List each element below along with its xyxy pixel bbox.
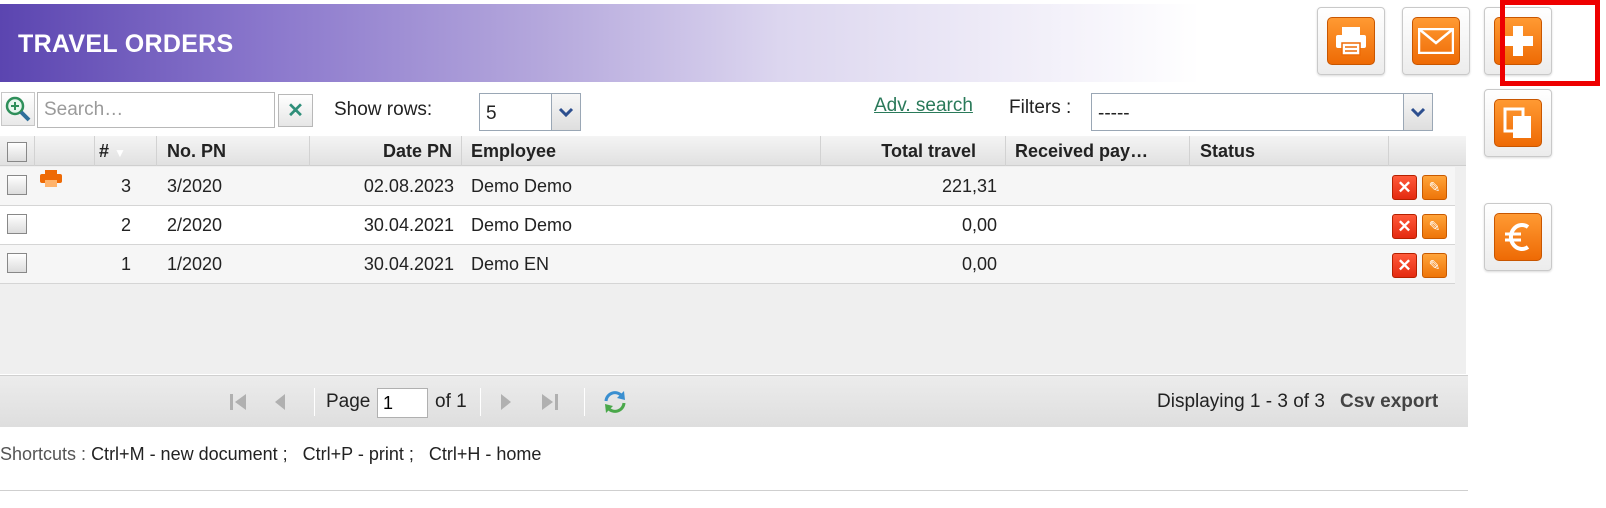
row-checkbox[interactable] (7, 175, 27, 195)
sort-desc-icon: ▼ (114, 146, 126, 160)
row-employee: Demo Demo (471, 215, 573, 235)
first-page-button[interactable] (226, 390, 250, 414)
table-header: # ▼ No. PN Date PN Employee Total travel… (0, 136, 1466, 166)
row-number: 2 (120, 215, 131, 235)
printer-icon (1336, 27, 1366, 56)
add-button-highlight (1500, 0, 1600, 86)
delete-button[interactable]: ✕ (1392, 214, 1417, 239)
col-number[interactable]: # ▼ (95, 136, 157, 166)
displaying-count: Displaying 1 - 3 of 3 (1157, 391, 1325, 412)
pager-separator (480, 388, 481, 416)
print-button[interactable] (1317, 7, 1385, 75)
page-of-label: of 1 (435, 391, 467, 412)
filters-label: Filters : (1009, 97, 1072, 118)
row-employee: Demo EN (471, 254, 550, 274)
edit-button[interactable]: ✎ (1422, 253, 1447, 278)
divider (0, 490, 1468, 491)
row-total-travel: 221,31 (941, 176, 997, 196)
edit-button[interactable]: ✎ (1422, 175, 1447, 200)
orders-table: # ▼ No. PN Date PN Employee Total travel… (0, 136, 1466, 374)
prev-page-icon (275, 394, 285, 410)
pencil-icon: ✎ (1428, 179, 1441, 195)
payment-button[interactable] (1484, 203, 1552, 271)
envelope-icon (1418, 28, 1454, 54)
col-print-status (35, 136, 95, 166)
row-number: 1 (120, 254, 131, 274)
pagination-bar: Page of 1 Displaying 1 - 3 of 3 Csv expo… (0, 375, 1468, 427)
row-no-pn: 1/2020 (167, 254, 223, 274)
shortcuts-label: Shortcuts : (0, 444, 87, 464)
col-actions (1389, 136, 1466, 166)
row-date-pn: 02.08.2023 (363, 176, 454, 196)
filters-value: ----- (1098, 103, 1130, 124)
filters-select[interactable]: ----- (1091, 93, 1433, 131)
refresh-button[interactable] (601, 388, 629, 416)
delete-button[interactable]: ✕ (1392, 175, 1417, 200)
delete-icon: ✕ (1397, 255, 1412, 275)
col-status[interactable]: Status (1190, 136, 1389, 166)
select-all-checkbox[interactable] (7, 142, 27, 162)
prev-page-button[interactable] (268, 390, 292, 414)
table-row[interactable]: 1 1/2020 30.04.2021 Demo EN 0,00 ✕ ✎ (0, 245, 1455, 284)
magnifier-plus-icon (5, 96, 31, 122)
last-page-icon (542, 394, 558, 410)
table-row[interactable]: 2 2/2020 30.04.2021 Demo Demo 0,00 ✕ ✎ (0, 206, 1455, 245)
rows-per-page-value: 5 (486, 103, 497, 124)
adv-search-link[interactable]: Adv. search (874, 95, 973, 117)
chevron-down-icon (551, 94, 580, 130)
copy-icon (1503, 107, 1531, 138)
row-total-travel: 0,00 (961, 254, 997, 274)
close-icon: ✕ (287, 100, 304, 122)
row-no-pn: 2/2020 (167, 215, 223, 235)
pencil-icon: ✎ (1428, 257, 1441, 273)
col-date-pn[interactable]: Date PN (310, 136, 462, 166)
search-button[interactable] (1, 92, 35, 126)
row-employee: Demo Demo (471, 176, 573, 196)
row-total-travel: 0,00 (961, 215, 997, 235)
row-number: 3 (120, 176, 131, 196)
col-employee[interactable]: Employee (462, 136, 821, 166)
page-label: Page (326, 391, 371, 412)
edit-button[interactable]: ✎ (1422, 214, 1447, 239)
row-no-pn: 3/2020 (167, 176, 223, 196)
last-page-button[interactable] (538, 390, 562, 414)
table-row[interactable]: 3 3/2020 02.08.2023 Demo Demo 221,31 ✕ ✎ (0, 167, 1455, 206)
pager-separator (314, 388, 315, 416)
page-number-input[interactable] (377, 388, 428, 418)
next-page-icon (501, 394, 511, 410)
printed-indicator-icon (39, 163, 63, 202)
page-title: TRAVEL ORDERS (18, 30, 234, 58)
shortcuts-text: Ctrl+M - new document ; Ctrl+P - print ;… (91, 444, 542, 464)
shortcuts-hint: Shortcuts : Ctrl+M - new document ; Ctrl… (0, 444, 541, 465)
col-received-pay[interactable]: Received pay… (1006, 136, 1190, 166)
page-header: TRAVEL ORDERS (0, 4, 1200, 82)
col-total-travel[interactable]: Total travel (821, 136, 1006, 166)
row-date-pn: 30.04.2021 (363, 254, 454, 274)
row-checkbox[interactable] (7, 214, 27, 234)
select-all-cell (0, 136, 35, 166)
email-button[interactable] (1402, 7, 1470, 75)
rows-per-page-select[interactable]: 5 (479, 93, 581, 131)
first-page-icon (230, 394, 246, 410)
row-date-pn: 30.04.2021 (363, 215, 454, 235)
copy-button[interactable] (1484, 89, 1552, 157)
chevron-down-icon (1403, 94, 1432, 130)
csv-export-link[interactable]: Csv export (1340, 391, 1438, 413)
pencil-icon: ✎ (1428, 218, 1441, 234)
show-rows-label: Show rows: (334, 99, 433, 120)
next-page-button[interactable] (494, 390, 518, 414)
delete-icon: ✕ (1397, 216, 1412, 236)
euro-icon (1505, 223, 1530, 251)
col-no-pn[interactable]: No. PN (157, 136, 310, 166)
refresh-icon (604, 391, 626, 413)
delete-button[interactable]: ✕ (1392, 253, 1417, 278)
pager-separator (584, 388, 585, 416)
delete-icon: ✕ (1397, 177, 1412, 197)
row-checkbox[interactable] (7, 253, 27, 273)
clear-search-button[interactable]: ✕ (278, 94, 313, 127)
search-input[interactable] (37, 92, 275, 128)
